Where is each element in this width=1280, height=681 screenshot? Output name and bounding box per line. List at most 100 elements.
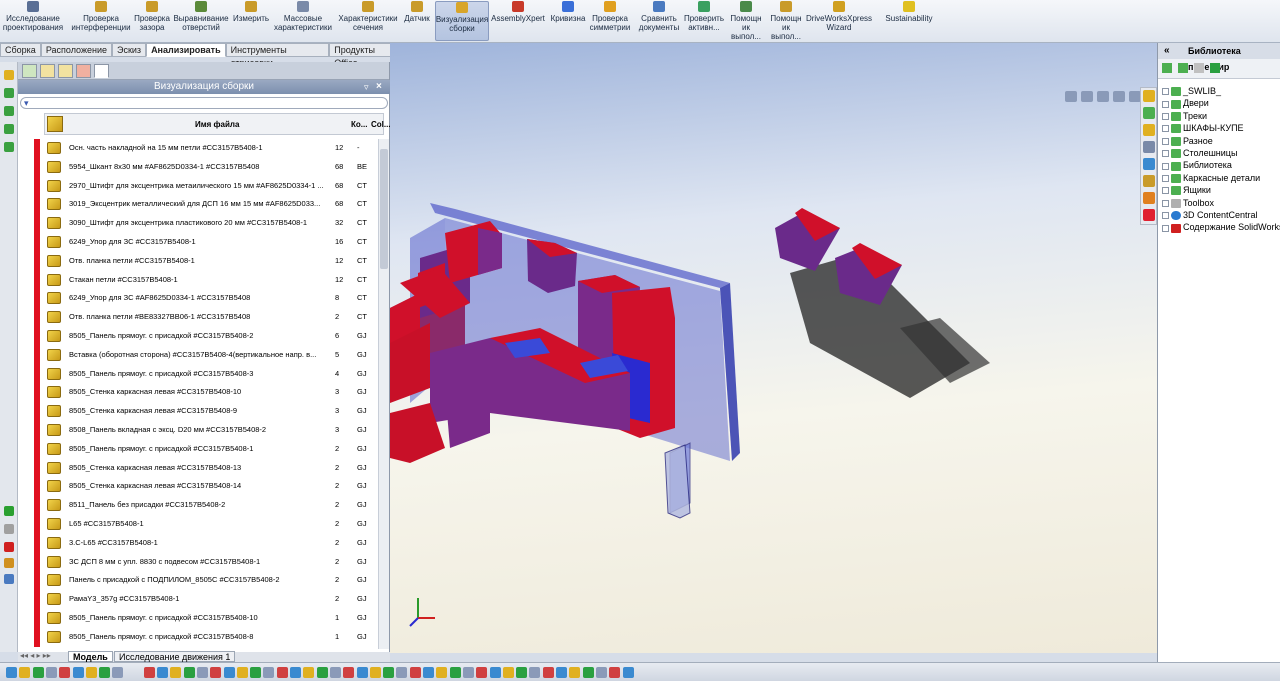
ribbon-button-17[interactable]: Sustainability: [880, 1, 938, 41]
bottom-tool-icon[interactable]: [383, 667, 395, 678]
tab-model[interactable]: Модель: [68, 651, 113, 662]
bottom-tool-icon[interactable]: [223, 667, 235, 678]
mate-icon[interactable]: [4, 106, 14, 116]
bottom-tool-icon[interactable]: [609, 667, 621, 678]
close-icon[interactable]: ×: [376, 81, 382, 92]
expand-icon[interactable]: [1162, 199, 1169, 207]
tab-1[interactable]: Расположение: [40, 43, 112, 57]
count-header[interactable]: Ко...: [351, 120, 367, 129]
component-row[interactable]: ЗС ДСП 8 мм с упл. 8830 с подвесом #CC31…: [18, 552, 378, 572]
bottom-tool-icon[interactable]: [396, 667, 408, 678]
component-row[interactable]: 3019_Эксцентрик металлический для ДСП 16…: [18, 195, 378, 215]
library-item[interactable]: Столешницы: [1162, 148, 1237, 160]
tab-4[interactable]: Инструменты отрисовки: [225, 43, 330, 68]
filename-header[interactable]: Имя файла: [195, 120, 239, 129]
library-item[interactable]: Toolbox: [1162, 198, 1214, 210]
tab-motion-study[interactable]: Исследование движения 1: [114, 651, 236, 662]
ribbon-button-6[interactable]: Характеристики сечения: [336, 1, 400, 41]
bottom-tool-icon[interactable]: [329, 667, 341, 678]
collapse-pane-icon[interactable]: «: [1164, 43, 1170, 59]
bottom-tool-icon[interactable]: [196, 667, 208, 678]
filter-icon[interactable]: ▾: [24, 98, 29, 109]
line-icon[interactable]: [4, 88, 14, 98]
display-manager-tab[interactable]: [76, 64, 91, 78]
component-row[interactable]: 8505_Стенка каркасная левая #CC3157B5408…: [18, 383, 378, 403]
tab-3[interactable]: Анализировать: [146, 43, 226, 57]
bottom-tool-icon[interactable]: [72, 667, 84, 678]
library-item[interactable]: _SWLIB_: [1162, 86, 1221, 98]
component-row[interactable]: РамаY3_357g #CC3157B5408-1 2 GJ: [18, 590, 378, 610]
component-row[interactable]: 8505_Стенка каркасная левая #CC3157B5408…: [18, 477, 378, 497]
ribbon-button-4[interactable]: Измерить: [232, 1, 270, 41]
bottom-tool-icon[interactable]: [476, 667, 488, 678]
previous-view-icon[interactable]: [1097, 91, 1109, 102]
ribbon-button-8[interactable]: Визуализация сборки: [435, 1, 489, 41]
arrow-icon[interactable]: [4, 142, 14, 152]
scrollbar-thumb[interactable]: [380, 149, 388, 269]
component-row[interactable]: Стакан петли #CC3157B5408-1 12 CT: [18, 270, 378, 290]
component-row[interactable]: 8505_Панель прямоуг. с присадкой #CC3157…: [18, 439, 378, 459]
bottom-tool-icon[interactable]: [462, 667, 474, 678]
library-item[interactable]: Разное: [1162, 136, 1213, 148]
component-row[interactable]: Осн. часть накладной на 15 мм петли #CC3…: [18, 139, 378, 158]
bottom-tool-icon[interactable]: [32, 667, 44, 678]
custom-properties-tab-icon[interactable]: [1143, 175, 1155, 187]
ribbon-button-1[interactable]: Проверка интерференции: [71, 1, 131, 41]
sort-type-icon[interactable]: [47, 116, 63, 132]
bottom-tool-icon[interactable]: [290, 667, 301, 678]
play-icon[interactable]: [4, 506, 14, 516]
component-row[interactable]: 3.C-L65 #CC3157B5408-1 2 GJ: [18, 533, 378, 553]
component-row[interactable]: 8505_Стенка каркасная левая #CC3157B5408…: [18, 458, 378, 478]
bottom-tool-icon[interactable]: [343, 667, 355, 678]
component-row[interactable]: 2970_Штифт для эксцентрика метаилическог…: [18, 176, 378, 196]
expand-icon[interactable]: [1162, 187, 1169, 195]
ribbon-button-5[interactable]: Массовые характеристики: [272, 1, 334, 41]
expand-icon[interactable]: [1162, 150, 1169, 158]
bottom-tool-icon[interactable]: [157, 667, 168, 678]
component-row[interactable]: L65 #CC3157B5408-1 2 GJ: [18, 515, 378, 534]
ribbon-button-14[interactable]: Помощн ик выпол...: [727, 1, 765, 41]
ribbon-button-15[interactable]: Помощн ик выпол...: [767, 1, 805, 41]
view-palette-tab-icon[interactable]: [1143, 141, 1155, 153]
bottom-tool-icon[interactable]: [99, 667, 111, 678]
component-row[interactable]: 8505_Панель прямоуг. с присадкой #CC3157…: [18, 327, 378, 346]
bottom-tool-icon[interactable]: [409, 667, 421, 678]
component-row[interactable]: 8505_Панель прямоуг. с присадкой #CC3157…: [18, 627, 378, 647]
expand-icon[interactable]: [1162, 224, 1169, 232]
bottom-tool-icon[interactable]: [516, 667, 528, 678]
component-row[interactable]: Вставка (оборотная сторона) #CC3157B5408…: [18, 345, 378, 365]
bottom-tool-icon[interactable]: [556, 667, 567, 678]
expand-icon[interactable]: [1162, 88, 1169, 96]
ribbon-button-7[interactable]: Датчик: [402, 1, 432, 41]
expand-icon[interactable]: [1162, 174, 1169, 182]
library-item[interactable]: Каркасные детали: [1162, 173, 1260, 185]
bottom-tool-icon[interactable]: [595, 667, 607, 678]
assembly-visualization-tab[interactable]: [94, 64, 109, 78]
component-row[interactable]: 8511_Панель без присадки #CC3157B5408-2 2…: [18, 496, 378, 516]
configuration-tab[interactable]: [58, 64, 73, 78]
add-location-icon[interactable]: [1162, 63, 1172, 73]
bottom-tool-icon[interactable]: [19, 667, 31, 678]
bottom-tool-icon[interactable]: [236, 667, 248, 678]
component-row[interactable]: 8508_Панель вкладная с эксц. D20 мм #CC3…: [18, 421, 378, 440]
component-row[interactable]: Отв. планка петли #BE83327BB06-1 #CC3157…: [18, 308, 378, 328]
ribbon-button-10[interactable]: Кривизна: [549, 1, 587, 41]
library-item[interactable]: ШКАФЫ-КУПЕ: [1162, 123, 1244, 135]
component-row[interactable]: 5954_Шкант 8x30 мм #AF8625D0334-1 #CC315…: [18, 157, 378, 177]
bottom-tool-icon[interactable]: [449, 667, 461, 678]
bottom-tool-icon[interactable]: [143, 667, 155, 678]
expand-icon[interactable]: [1162, 162, 1169, 170]
component-row[interactable]: 6249_Упор для ЗС #CC3157B5408-1 16 CT: [18, 233, 378, 252]
expand-icon[interactable]: [1162, 112, 1169, 120]
component-row[interactable]: Отв. планка петли #CC3157B5408-1 12 CT: [18, 251, 378, 271]
bottom-tool-icon[interactable]: [303, 667, 315, 678]
ribbon-button-0[interactable]: Исследование проектирования: [2, 1, 64, 41]
bottom-tool-icon[interactable]: [622, 667, 634, 678]
zoom-fit-icon[interactable]: [1065, 91, 1077, 102]
tab-0[interactable]: Сборка: [0, 43, 41, 57]
component-row[interactable]: Панель с присадкой с ПОДПИЛОМ_8505С #CC3…: [18, 571, 378, 591]
save-animation-icon[interactable]: [4, 558, 14, 568]
graphics-viewport[interactable]: [390, 43, 1221, 653]
forum-tab-icon[interactable]: [1143, 192, 1155, 204]
component-row[interactable]: 6249_Упор для ЗС #AF8625D0334-1 #CC3157B…: [18, 289, 378, 309]
